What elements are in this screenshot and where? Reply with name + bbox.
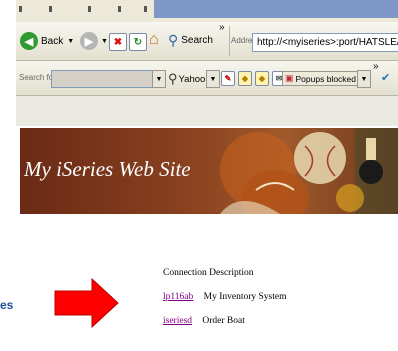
connection-description: My Inventory System [203, 292, 287, 302]
forward-button[interactable]: ▶ ▼ [80, 32, 108, 50]
bookmark-icon[interactable]: ◆ [255, 71, 269, 86]
site-banner: My iSeries Web Site [20, 128, 398, 214]
pen-icon[interactable]: ✎ [221, 71, 235, 86]
toolbar-overflow-chevron[interactable]: » [219, 22, 225, 33]
search-label: Search [181, 35, 213, 46]
refresh-icon: ↻ [129, 33, 147, 51]
frame-pane [16, 96, 398, 126]
table-row: lp116ab My Inventory System [163, 292, 287, 302]
popups-blocked-button[interactable]: ▣ Popups blocked [282, 71, 360, 86]
home-icon: ⌂ [149, 31, 159, 48]
popup-blocker-icon: ▣ [285, 73, 294, 83]
notepad-icon[interactable]: ✔ [381, 71, 390, 84]
banner-title: My iSeries Web Site [24, 157, 191, 181]
search-overflow-chevron[interactable]: » [373, 61, 379, 72]
search-input[interactable] [51, 70, 153, 88]
forward-arrow-icon: ▶ [80, 32, 98, 50]
search-icon: ⚲ [168, 32, 179, 48]
address-value: http://<myiseries>:port/HATSLE/ [257, 37, 398, 48]
stop-button[interactable]: ✖ [109, 33, 127, 51]
search-button[interactable]: ⚲ Search [168, 32, 213, 49]
highlight-icon[interactable]: ◆ [238, 71, 252, 86]
connection-description: Order Boat [202, 316, 245, 326]
back-label: Back [41, 35, 64, 47]
toolbar-separator [229, 26, 230, 56]
connection-link[interactable]: iseriesd [163, 316, 192, 326]
table-row: iseriesd Order Boat [163, 316, 245, 326]
slide-text-fragment: es [0, 298, 14, 312]
red-arrow-icon [54, 277, 119, 329]
yahoo-search-button[interactable]: ⚲ Yahoo! [168, 71, 208, 87]
address-field[interactable]: http://<myiseries>:port/HATSLE/ [252, 33, 398, 52]
connection-table: Connection Description [163, 268, 254, 278]
menu-grip-5 [144, 6, 147, 12]
connection-link[interactable]: lp116ab [163, 292, 193, 302]
home-button[interactable]: ⌂ [149, 31, 159, 49]
table-header: Connection Description [163, 268, 254, 278]
extra-icons: ✔ [381, 71, 390, 84]
menu-bar [16, 0, 398, 22]
back-button[interactable]: ◀ Back ▼ [20, 32, 74, 50]
popups-dropdown[interactable]: ▼ [357, 70, 371, 88]
back-arrow-icon: ◀ [20, 32, 38, 50]
provider-dropdown[interactable]: ▼ [206, 70, 220, 88]
chevron-down-icon: ▼ [67, 37, 75, 45]
toolbar-icons-group: ✎ ◆ ◆ ✉ [221, 71, 286, 86]
refresh-button[interactable]: ↻ [129, 33, 147, 51]
search-icon: ⚲ [168, 71, 178, 86]
menu-grip-1 [19, 6, 22, 12]
menu-grip-2 [49, 6, 52, 12]
provider-label: Yahoo! [178, 73, 208, 85]
menu-grip-4 [118, 6, 121, 12]
popups-label: Popups blocked [295, 73, 357, 84]
stop-icon: ✖ [109, 33, 127, 51]
menu-grip-3 [88, 6, 91, 12]
title-strip [154, 0, 398, 18]
chevron-down-icon: ▼ [101, 37, 108, 45]
search-dropdown[interactable]: ▼ [152, 70, 166, 88]
